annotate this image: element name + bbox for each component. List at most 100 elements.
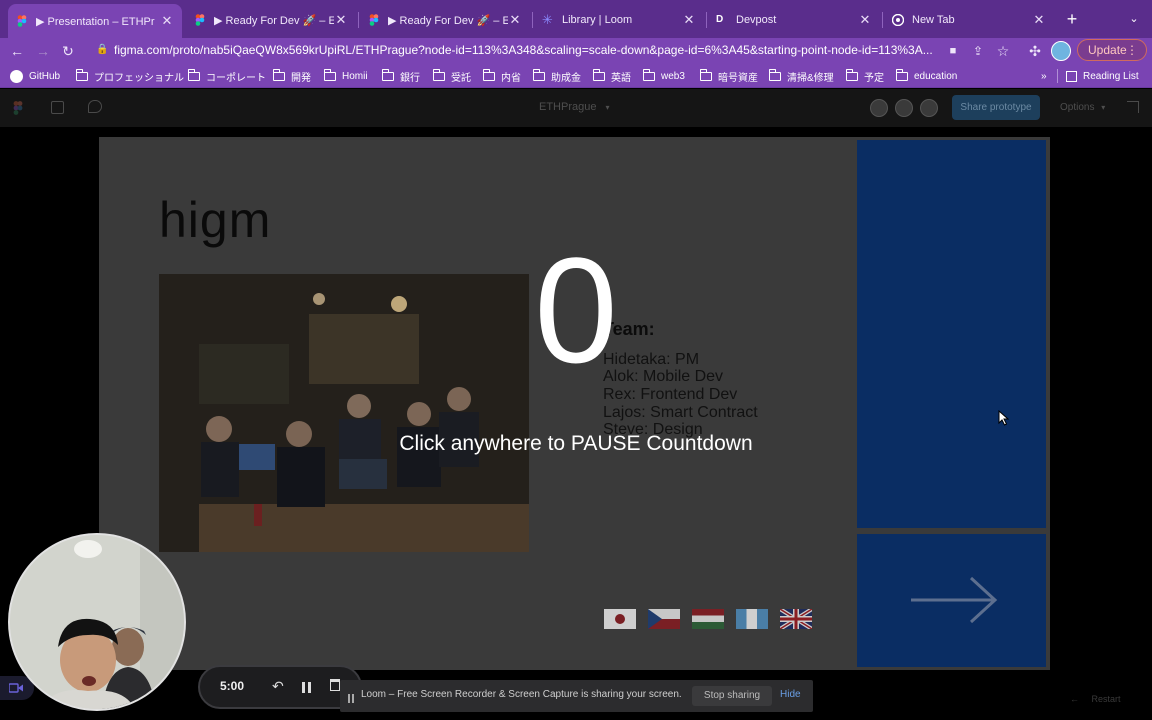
bookmark-folder[interactable]: 暗号資産 bbox=[699, 68, 758, 84]
bookmark-folder[interactable]: 英語 bbox=[592, 68, 631, 84]
options-menu[interactable]: Options ▾ bbox=[1060, 102, 1105, 113]
mouse-cursor-icon bbox=[998, 409, 1010, 431]
new-tab-plus-icon[interactable]: + bbox=[1064, 8, 1080, 30]
camera-icon[interactable]: ■ bbox=[943, 41, 963, 61]
tab-divider bbox=[882, 12, 883, 28]
bookmark-github[interactable]: GitHub bbox=[10, 68, 60, 84]
countdown-number[interactable]: 0 bbox=[476, 230, 676, 390]
close-icon[interactable]: ✕ bbox=[160, 13, 174, 29]
prototype-slide[interactable]: higm Team: Hidetaka: PM Alok: Mobile Dev bbox=[99, 137, 1050, 670]
tab-divider bbox=[706, 12, 707, 28]
close-icon[interactable]: ✕ bbox=[682, 12, 696, 28]
comment-icon[interactable] bbox=[88, 100, 102, 113]
sidebar-toggle-icon[interactable] bbox=[51, 101, 64, 114]
pause-icon[interactable] bbox=[302, 680, 311, 698]
reading-list-label: Reading List bbox=[1083, 70, 1139, 82]
figma-icon bbox=[16, 15, 28, 27]
bookmark-folder[interactable]: 銀行 bbox=[381, 68, 420, 84]
pause-countdown-hint[interactable]: Click anywhere to PAUSE Countdown bbox=[296, 432, 856, 456]
collaborator-avatar[interactable] bbox=[895, 99, 913, 117]
bookmark-label: 予定 bbox=[864, 72, 884, 84]
team-member: Lajos: Smart Contract bbox=[603, 404, 758, 421]
tab-divider bbox=[358, 12, 359, 28]
bookmark-folder[interactable]: 清掃&修理 bbox=[768, 68, 834, 84]
tab-devpost[interactable]: D Devpost ✕ bbox=[708, 6, 880, 34]
restart-button[interactable]: ← Restart bbox=[1070, 694, 1121, 704]
collaborator-avatar[interactable] bbox=[870, 99, 888, 117]
bookmark-folder[interactable]: 助成金 bbox=[532, 68, 581, 84]
folder-icon bbox=[432, 68, 445, 81]
webcam-bubble[interactable] bbox=[8, 533, 186, 711]
bookmark-label: 暗号資産 bbox=[718, 72, 758, 84]
bookmark-folder[interactable]: Homii bbox=[323, 68, 368, 84]
figma-icon bbox=[368, 14, 380, 26]
bookmarks-bar: GitHub プロフェッショナル コーポレート 開発 Homii 銀行 受託 内… bbox=[0, 64, 1152, 88]
guatemala-flag bbox=[736, 609, 768, 629]
bookmark-folder[interactable]: web3 bbox=[642, 68, 685, 84]
figma-prototype-toolbar: ETHPrague ▾ Share prototype Options ▾ bbox=[0, 89, 1152, 127]
more-bookmarks-chevron[interactable]: » bbox=[1041, 68, 1047, 84]
tab-title: Devpost bbox=[736, 14, 777, 26]
forward-arrow-icon[interactable]: → bbox=[33, 41, 53, 61]
close-icon[interactable]: ✕ bbox=[334, 12, 348, 28]
sharing-message: Loom – Free Screen Recorder & Screen Cap… bbox=[361, 689, 682, 700]
folder-icon bbox=[642, 68, 655, 81]
bookmark-folder[interactable]: education bbox=[895, 68, 958, 84]
collaborator-avatar[interactable] bbox=[920, 99, 938, 117]
chrome-icon bbox=[891, 13, 905, 27]
update-button[interactable]: Update ⋮ bbox=[1077, 39, 1147, 61]
bookmark-folder[interactable]: プロフェッショナル bbox=[75, 68, 184, 84]
uk-flag bbox=[780, 609, 812, 629]
figma-icon bbox=[194, 14, 206, 26]
devpost-icon: D bbox=[716, 14, 724, 25]
bookmark-label: 助成金 bbox=[551, 72, 581, 84]
bookmark-folder[interactable]: 開発 bbox=[272, 68, 311, 84]
folder-icon bbox=[187, 68, 200, 81]
undo-icon[interactable]: ↶ bbox=[272, 678, 284, 695]
lock-icon: 🔒 bbox=[96, 44, 109, 55]
tab-title: New Tab bbox=[912, 14, 955, 26]
loom-recording-controls: 5:00 ↶ bbox=[198, 665, 362, 709]
stop-sharing-button[interactable]: Stop sharing bbox=[692, 686, 772, 706]
close-icon[interactable]: ✕ bbox=[508, 12, 522, 28]
file-name-menu[interactable]: ETHPrague ▾ bbox=[539, 101, 610, 113]
bookmark-folder[interactable]: 予定 bbox=[845, 68, 884, 84]
bookmarks-divider bbox=[1057, 69, 1058, 83]
trash-icon[interactable] bbox=[330, 679, 340, 691]
hungary-flag bbox=[692, 609, 724, 629]
bookmark-label: web3 bbox=[661, 70, 685, 82]
bookmark-label: 開発 bbox=[291, 72, 311, 84]
tab-loom-library[interactable]: ✳ Library | Loom ✕ bbox=[534, 6, 704, 34]
profile-avatar[interactable] bbox=[1051, 41, 1071, 61]
tab-new-tab[interactable]: New Tab ✕ bbox=[884, 6, 1054, 34]
folder-icon bbox=[323, 68, 336, 81]
tab-search-chevron-icon[interactable]: ⌄ bbox=[1126, 10, 1142, 28]
fullscreen-expand-icon[interactable] bbox=[1127, 101, 1139, 113]
close-icon[interactable]: ✕ bbox=[858, 12, 872, 28]
tab-ready-for-dev-1[interactable]: ▶ Ready For Dev 🚀 – ETH ✕ bbox=[186, 6, 356, 34]
file-name: ETHPrague bbox=[539, 101, 597, 113]
share-icon[interactable]: ⇪ bbox=[968, 41, 988, 61]
bookmark-label: education bbox=[914, 70, 958, 82]
extensions-puzzle-icon[interactable]: ✣ bbox=[1025, 41, 1045, 61]
tab-presentation[interactable]: ▶ Presentation – ETHPr ✕ bbox=[8, 4, 182, 38]
bookmark-label: 英語 bbox=[611, 72, 631, 84]
url-text: figma.com/proto/nab5iQaeQW8x569krUpiRL/E… bbox=[114, 43, 933, 57]
back-arrow-icon[interactable]: ← bbox=[7, 41, 27, 61]
bookmark-folder[interactable]: コーポレート bbox=[187, 68, 266, 84]
bookmark-label: プロフェッショナル bbox=[94, 72, 184, 84]
share-prototype-button[interactable]: Share prototype bbox=[952, 95, 1040, 120]
figma-logo-icon[interactable] bbox=[13, 101, 23, 120]
reload-icon[interactable]: ↻ bbox=[58, 41, 78, 61]
bookmark-star-icon[interactable]: ☆ bbox=[993, 41, 1013, 61]
address-bar[interactable]: 🔒 figma.com/proto/nab5iQaeQW8x569krUpiRL… bbox=[92, 39, 944, 61]
options-label: Options bbox=[1060, 102, 1095, 113]
tab-ready-for-dev-2[interactable]: ▶ Ready For Dev 🚀 – ETH ✕ bbox=[360, 6, 530, 34]
bookmark-folder[interactable]: 受託 bbox=[432, 68, 471, 84]
folder-icon bbox=[272, 68, 285, 81]
bookmark-folder[interactable]: 内省 bbox=[482, 68, 521, 84]
close-icon[interactable]: ✕ bbox=[1032, 12, 1046, 28]
reading-list-button[interactable]: Reading List bbox=[1066, 68, 1139, 84]
hide-button[interactable]: Hide bbox=[780, 689, 801, 700]
next-slide-button[interactable] bbox=[857, 534, 1046, 667]
